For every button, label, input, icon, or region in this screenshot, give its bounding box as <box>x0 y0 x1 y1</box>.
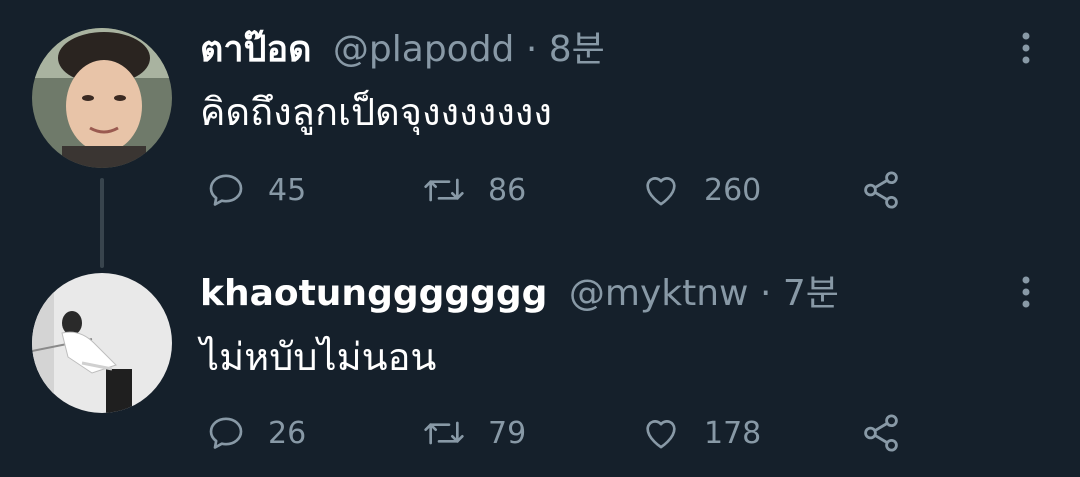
more-options-button[interactable] <box>1008 28 1044 68</box>
speech-bubble-icon <box>209 417 243 449</box>
like-count: 260 <box>704 172 762 208</box>
heart-icon <box>646 420 676 449</box>
tweet[interactable]: khaotunggggggg @myktnw · 7분 ไม่หบับไม่นอ… <box>0 236 1080 477</box>
timestamp[interactable]: 8분 <box>549 29 605 70</box>
vertical-dots-icon <box>1022 32 1030 64</box>
retweet-icon <box>424 178 464 202</box>
avatar-photo <box>32 28 172 168</box>
heart-icon <box>646 177 676 206</box>
retweet-button[interactable]: 86 <box>422 165 526 215</box>
more-options-button[interactable] <box>1008 272 1044 312</box>
reply-count: 45 <box>268 172 307 208</box>
reply-button[interactable]: 26 <box>206 408 306 458</box>
share-icon <box>864 414 898 452</box>
display-name[interactable]: ตาป๊อด <box>200 29 311 70</box>
user-handle[interactable]: @myktnw <box>569 273 749 314</box>
avatar-photo <box>32 273 172 413</box>
tweet[interactable]: ตาป๊อด @plapodd · 8분 คิดถึงลูกเป็ดจุงงงง… <box>0 0 1080 236</box>
display-name[interactable]: khaotunggggggg <box>200 273 547 314</box>
retweet-button[interactable]: 79 <box>422 408 526 458</box>
separator-dot: · <box>525 29 538 70</box>
separator-dot: · <box>759 273 772 314</box>
tweet-text: ไม่หบับไม่นอน <box>200 335 437 379</box>
retweet-count: 86 <box>488 172 527 208</box>
avatar[interactable] <box>32 28 172 168</box>
tweet-actions: 45 86 260 <box>200 165 920 215</box>
tweet-actions: 26 79 178 <box>200 408 920 458</box>
share-button[interactable] <box>860 165 902 215</box>
timestamp[interactable]: 7분 <box>783 273 839 314</box>
avatar[interactable] <box>32 273 172 413</box>
tweet-text: คิดถึงลูกเป็ดจุงงงงงงง <box>200 90 552 134</box>
reply-button[interactable]: 45 <box>206 165 306 215</box>
vertical-dots-icon <box>1022 276 1030 308</box>
retweet-count: 79 <box>488 415 527 451</box>
tweet-header: ตาป๊อด @plapodd · 8분 <box>200 28 605 72</box>
tweet-header: khaotunggggggg @myktnw · 7분 <box>200 272 839 316</box>
speech-bubble-icon <box>209 174 243 206</box>
share-icon <box>864 171 898 209</box>
like-button[interactable]: 178 <box>640 408 761 458</box>
retweet-icon <box>424 421 464 445</box>
like-button[interactable]: 260 <box>640 165 761 215</box>
user-handle[interactable]: @plapodd <box>333 29 515 70</box>
like-count: 178 <box>704 415 762 451</box>
reply-count: 26 <box>268 415 307 451</box>
share-button[interactable] <box>860 408 902 458</box>
